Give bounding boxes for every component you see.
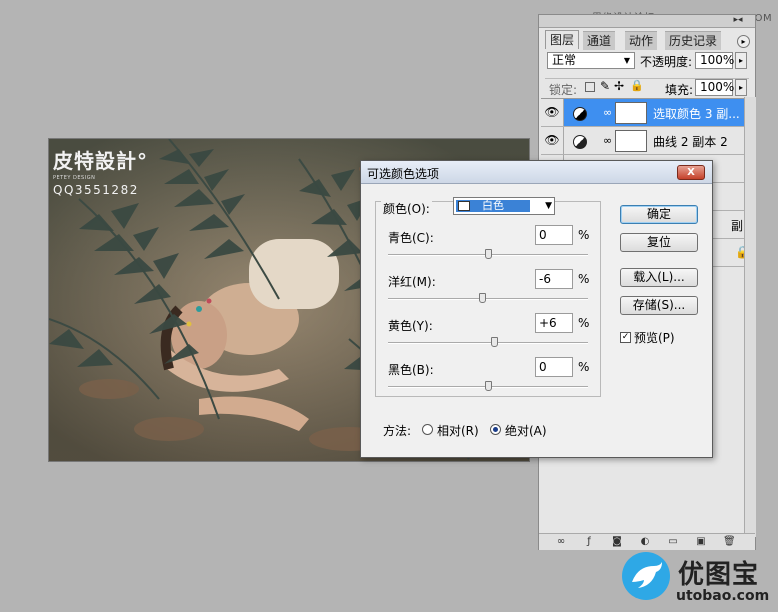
photo-logo: 皮特設計° PETEY DESIGN QQ3551282 <box>53 145 148 197</box>
layer-row[interactable]: 👁 ∞ 选取颜色 3 副... <box>541 99 744 127</box>
eye-icon[interactable]: 👁 <box>541 99 564 126</box>
yellow-slider-thumb[interactable] <box>490 337 498 347</box>
layers-scrollbar[interactable] <box>744 97 756 537</box>
panel-title-bar[interactable]: ▸◂ <box>539 15 755 28</box>
black-unit: % <box>578 360 590 374</box>
fx-icon[interactable]: ƒ <box>583 536 595 548</box>
panel-menu-icon[interactable]: ▸ <box>737 35 750 48</box>
layer-name[interactable]: 曲线 2 副本 2 <box>653 133 728 150</box>
method-label: 方法: <box>383 424 412 438</box>
fill-input[interactable]: 100% <box>695 79 734 96</box>
selective-color-dialog: 可选颜色选项 X 颜色(O): 白色 ▼ 青色(C): 0 % 洋红(M): -… <box>360 160 713 458</box>
dropdown-arrow-icon: ▼ <box>623 56 630 65</box>
cyan-unit: % <box>578 228 590 242</box>
reset-button[interactable]: 复位 <box>620 233 698 252</box>
opacity-input[interactable]: 100% <box>695 52 734 69</box>
lock-label: 锁定: <box>549 83 578 97</box>
layer-name[interactable]: 副 <box>731 217 743 234</box>
white-swatch <box>458 201 470 211</box>
tab-channels[interactable]: 通道 <box>583 31 616 50</box>
black-slider-thumb[interactable] <box>484 381 492 391</box>
group-icon[interactable]: ▭ <box>667 536 679 548</box>
tab-actions[interactable]: 动作 <box>625 31 658 50</box>
cyan-label: 青色(C): <box>388 231 434 245</box>
logo-subtitle: PETEY DESIGN <box>53 175 96 181</box>
magenta-unit: % <box>578 272 590 286</box>
load-button[interactable]: 载入(L)... <box>620 268 698 287</box>
link-layers-icon[interactable]: ∞ <box>555 536 567 548</box>
preview-checkbox[interactable]: ✓ <box>620 332 631 343</box>
panel-footer: ∞ ƒ ◙ ◐ ▭ ▣ 🗑 <box>539 533 755 550</box>
magenta-slider-thumb[interactable] <box>478 293 486 303</box>
layer-name[interactable]: 选取颜色 3 副... <box>653 105 740 122</box>
brand-url: utobao.com <box>676 588 770 604</box>
panel-tabs: 图层 通道 动作 历史记录 <box>545 30 753 50</box>
absolute-label[interactable]: 绝对(A) <box>505 422 547 439</box>
close-button[interactable]: X <box>677 165 705 180</box>
blend-mode-value: 正常 <box>552 53 577 67</box>
eye-icon[interactable]: 👁 <box>541 127 564 154</box>
dialog-titlebar[interactable]: 可选颜色选项 X <box>361 161 712 184</box>
lock-all-icon[interactable]: 🔒 <box>630 79 644 92</box>
mask-icon[interactable]: ◙ <box>611 536 623 548</box>
magenta-slider-track[interactable] <box>388 298 588 300</box>
tab-layers[interactable]: 图层 <box>545 30 580 49</box>
lock-paint-icon[interactable]: ✎ <box>600 79 610 93</box>
bird-logo-icon <box>622 552 670 600</box>
collapse-icon[interactable]: ▸◂ <box>725 16 751 25</box>
opacity-arrow-button[interactable]: ▸ <box>735 52 747 69</box>
brand-watermark: 优图宝 utobao.com <box>622 552 778 612</box>
save-button[interactable]: 存储(S)... <box>620 296 698 315</box>
logo-brand: 皮特設計° <box>53 149 148 173</box>
magenta-input[interactable]: -6 <box>535 269 573 289</box>
absolute-radio[interactable] <box>490 424 501 435</box>
adjustment-layer-icon[interactable]: ◐ <box>639 536 651 548</box>
color-select-value: 白色 <box>482 199 504 212</box>
lock-move-icon[interactable]: ✢ <box>614 79 624 93</box>
adjustment-icon <box>573 135 587 149</box>
yellow-label: 黄色(Y): <box>388 319 433 333</box>
lock-transparency-icon[interactable] <box>585 82 595 92</box>
link-icon[interactable]: ∞ <box>603 134 612 147</box>
dialog-title: 可选颜色选项 <box>367 167 440 181</box>
adjustment-icon <box>573 107 587 121</box>
cyan-input[interactable]: 0 <box>535 225 573 245</box>
new-layer-icon[interactable]: ▣ <box>695 536 707 548</box>
color-label: 颜色(O): <box>381 200 432 217</box>
tab-history[interactable]: 历史记录 <box>665 31 722 50</box>
layer-mask-thumbnail[interactable] <box>615 130 647 152</box>
black-input[interactable]: 0 <box>535 357 573 377</box>
chevron-down-icon: ▼ <box>545 201 552 211</box>
brand-name: 优图宝 <box>678 560 760 590</box>
preview-label[interactable]: 预览(P) <box>634 329 675 346</box>
relative-radio[interactable] <box>422 424 433 435</box>
yellow-slider-track[interactable] <box>388 342 588 344</box>
fill-arrow-button[interactable]: ▸ <box>735 79 747 96</box>
relative-label[interactable]: 相对(R) <box>437 422 479 439</box>
layer-row[interactable]: 👁 ∞ 曲线 2 副本 2 <box>541 127 744 155</box>
yellow-unit: % <box>578 316 590 330</box>
layer-mask-thumbnail[interactable] <box>615 102 647 124</box>
ok-button[interactable]: 确定 <box>620 205 698 224</box>
opacity-label: 不透明度: <box>640 55 693 69</box>
fill-label: 填充: <box>665 83 694 97</box>
yellow-input[interactable]: +6 <box>535 313 573 333</box>
color-select[interactable]: 白色 ▼ <box>453 197 555 215</box>
blend-mode-select[interactable]: 正常 ▼ <box>547 52 635 69</box>
cyan-slider-thumb[interactable] <box>484 249 492 259</box>
trash-icon[interactable]: 🗑 <box>723 536 736 548</box>
magenta-label: 洋红(M): <box>388 275 436 289</box>
link-icon[interactable]: ∞ <box>603 106 612 119</box>
logo-qq: QQ3551282 <box>53 183 139 197</box>
black-label: 黑色(B): <box>388 363 434 377</box>
